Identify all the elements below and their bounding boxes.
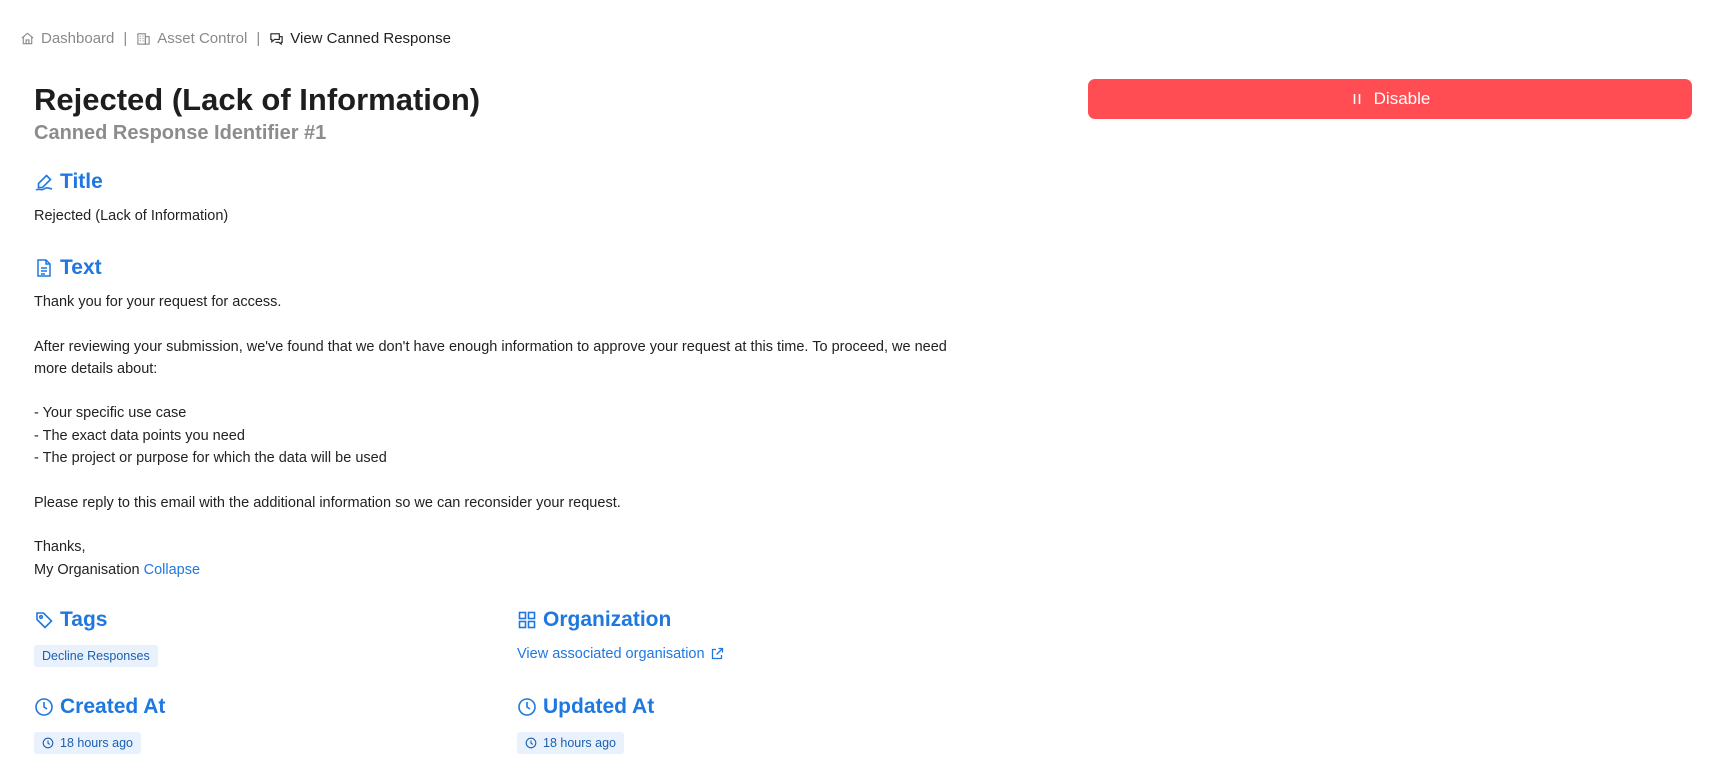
text-line: - The exact data points you need [34, 427, 245, 444]
section-title-heading: Title [34, 170, 103, 194]
page-title: Rejected (Lack of Information) [34, 82, 481, 117]
org-link-label: View associated organisation [517, 646, 705, 662]
collapse-link[interactable]: Collapse [144, 562, 200, 578]
pen-signature-icon [35, 174, 53, 191]
clock-icon [525, 737, 537, 749]
section-heading-label: Title [60, 170, 103, 193]
pause-icon [1353, 94, 1360, 104]
chat-icon [270, 33, 283, 46]
section-heading-label: Organization [543, 608, 672, 631]
clock-icon [35, 698, 53, 716]
breadcrumb-label: Dashboard [41, 30, 115, 47]
breadcrumb-label: Asset Control [157, 30, 248, 47]
tag-icon [36, 612, 53, 629]
section-text-heading: Text [34, 256, 102, 280]
section-heading-label: Created At [60, 695, 166, 718]
signature-text: My Organisation [34, 561, 140, 578]
text-line: - Your specific use case [34, 405, 187, 422]
section-organization-heading: Organization [517, 608, 671, 632]
building-icon [137, 33, 150, 45]
created-at-value: 18 hours ago [60, 736, 133, 750]
breadcrumb-dashboard[interactable]: Dashboard [20, 30, 114, 47]
clock-icon [518, 698, 536, 716]
text-line: After reviewing your submission, we've f… [34, 338, 947, 355]
section-created-at-heading: Created At [34, 695, 165, 719]
section-tags-heading: Tags [34, 608, 107, 632]
page-subtitle: Canned Response Identifier #1 [34, 122, 327, 144]
text-line: Please reply to this email with the addi… [34, 494, 621, 511]
clock-icon [42, 737, 54, 749]
disable-button-label: Disable [1373, 89, 1431, 108]
section-heading-label: Tags [60, 608, 108, 631]
text-line-last: My Organisation Collapse [34, 559, 994, 581]
page-header: Rejected (Lack of Information) Canned Re… [34, 80, 480, 146]
text-line: Thank you for your request for access. [34, 294, 282, 310]
text-line: Thanks, [34, 539, 86, 556]
disable-button[interactable]: Disable [1088, 79, 1692, 119]
section-heading-label: Text [60, 256, 102, 279]
breadcrumb: Dashboard | Asset Control | View Canned … [20, 30, 451, 47]
response-text: Thank you for your request for access. A… [34, 291, 994, 581]
created-at-badge: 18 hours ago [34, 732, 141, 754]
breadcrumb-separator: | [256, 30, 261, 47]
text-line: - The project or purpose for which the d… [34, 450, 387, 467]
home-icon [21, 32, 34, 45]
breadcrumb-separator: | [123, 30, 128, 47]
updated-at-value: 18 hours ago [543, 736, 616, 750]
title-value: Rejected (Lack of Information) [34, 208, 229, 224]
breadcrumb-label: View Canned Response [290, 30, 451, 47]
view-organisation-link[interactable]: View associated organisation [517, 646, 724, 662]
breadcrumb-view-canned-response: View Canned Response [269, 30, 451, 47]
section-heading-label: Updated At [543, 695, 655, 718]
external-link-icon [711, 647, 723, 660]
grid-icon [518, 611, 536, 629]
tag-chip[interactable]: Decline Responses [34, 645, 158, 667]
tag-label: Decline Responses [42, 649, 150, 663]
section-updated-at-heading: Updated At [517, 695, 654, 719]
updated-at-badge: 18 hours ago [517, 732, 624, 754]
document-icon [37, 259, 51, 277]
breadcrumb-asset-control[interactable]: Asset Control [136, 30, 247, 47]
text-line: more details about: [34, 360, 158, 377]
